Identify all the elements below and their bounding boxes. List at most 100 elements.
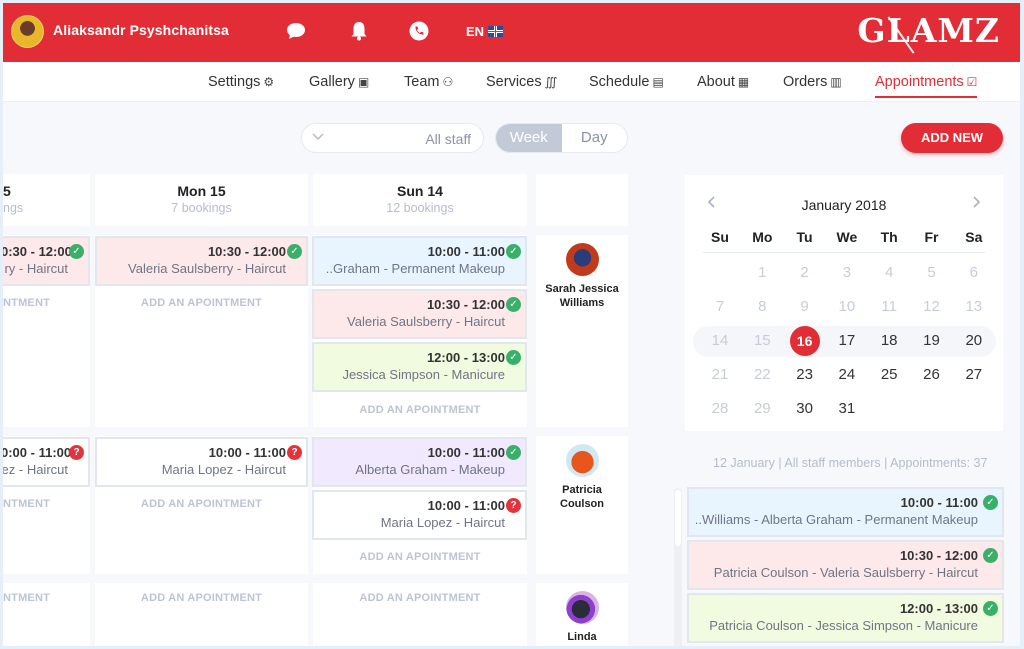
staff-avatar <box>565 444 599 477</box>
calendar-day[interactable]: 23 <box>784 360 826 390</box>
calendar-day[interactable]: 2 <box>784 258 826 288</box>
bell-icon[interactable] <box>348 20 370 42</box>
calendar-day[interactable]: 31 <box>826 394 868 424</box>
appointment-time: 10:30 - 12:00 <box>426 297 505 312</box>
calendar-day[interactable]: 3 <box>826 258 868 288</box>
appointment-card[interactable]: 10:30 - 12:00 Valeria Saulsberry - Hairc… <box>312 289 527 339</box>
calendar-day[interactable]: 30 <box>784 394 826 424</box>
staff-card[interactable]: Patricia Coulson <box>536 436 628 574</box>
calendar-day[interactable]: 4 <box>868 258 910 288</box>
check-icon: ✓ <box>506 297 521 312</box>
appointment-desc: Patricia Coulson - Jessica Simpson - Man… <box>709 618 978 633</box>
calendar-day[interactable]: 14 <box>699 326 741 356</box>
user-avatar[interactable] <box>11 15 44 48</box>
list-scrollbar-thumb[interactable] <box>675 490 681 546</box>
add-new-button[interactable]: ADD NEW <box>901 123 1003 153</box>
nav-settings-label: Settings <box>208 74 261 90</box>
calendar-day[interactable]: 12 <box>911 292 953 322</box>
nav-orders[interactable]: Orders ▥ <box>783 74 842 90</box>
calendar-day[interactable]: 24 <box>826 360 868 390</box>
view-toggle: Week Day <box>495 123 628 153</box>
calendar-day[interactable]: 28 <box>699 394 741 424</box>
add-appointment-link[interactable]: NTMENT <box>3 592 53 604</box>
staff-card[interactable]: Sarah Jessica Williams <box>536 235 628 427</box>
check-icon: ✓ <box>983 548 998 563</box>
calendar-day[interactable]: 13 <box>953 292 995 322</box>
team-icon: ⚇ <box>442 75 454 89</box>
appointment-time: 10:30 - 12:00 <box>207 244 286 259</box>
add-appointment-link[interactable]: ADD AN APOINTMENT <box>313 551 527 563</box>
check-icon: ✓ <box>287 244 302 259</box>
staff-name: Patricia Coulson <box>560 484 604 510</box>
calendar-day[interactable]: 20 <box>953 326 995 356</box>
calendar-day[interactable]: 7 <box>699 292 741 322</box>
add-appointment-link[interactable]: NTMENT <box>3 498 53 510</box>
language-selector[interactable]: EN <box>466 24 504 39</box>
nav-schedule[interactable]: Schedule ▤ <box>589 74 664 90</box>
chevron-right-icon[interactable] <box>973 195 981 213</box>
staff-card[interactable]: Linda <box>536 583 628 646</box>
appointment-card[interactable]: 12:00 - 13:00 Jessica Simpson - Manicure… <box>312 342 527 392</box>
calendar-day[interactable]: 11 <box>868 292 910 322</box>
staff-avatar <box>565 243 599 276</box>
calendar-day[interactable]: 27 <box>953 360 995 390</box>
appointment-desc: Alberta Graham - Makeup <box>355 462 505 477</box>
add-appointment-link[interactable]: ADD AN APOINTMENT <box>95 592 308 604</box>
calendar-day[interactable]: 5 <box>911 258 953 288</box>
nav-team[interactable]: Team ⚇ <box>404 74 453 90</box>
add-appointment-link[interactable]: NTMENT <box>3 297 53 309</box>
appointment-card[interactable]: 0:30 - 12:00 ry - Haircut ✓ <box>3 236 90 286</box>
view-week-button[interactable]: Week <box>496 124 562 152</box>
appointment-card[interactable]: 10:30 - 12:00 Valeria Saulsberry - Hairc… <box>95 236 308 286</box>
add-appointment-link[interactable]: ADD AN APOINTMENT <box>313 592 527 604</box>
appointment-card[interactable]: 10:00 - 11:00 ..Graham - Permanent Makeu… <box>312 236 527 286</box>
calendar-day[interactable]: 29 <box>741 394 783 424</box>
calendar-day[interactable]: 8 <box>741 292 783 322</box>
appointment-card[interactable]: 10:00 - 11:00 Alberta Graham - Makeup ✓ <box>312 437 527 487</box>
view-day-button[interactable]: Day <box>562 124 628 152</box>
appointment-desc: Patricia Coulson - Valeria Saulsberry - … <box>713 565 978 580</box>
appointment-card[interactable]: 10:00 - 11:00 Maria Lopez - Haircut ? <box>95 437 308 487</box>
logo[interactable]: GLAMZ <box>857 11 1000 50</box>
user-name[interactable]: Aliaksandr Psyshchanitsa <box>53 22 229 38</box>
calendar-day-selected[interactable]: 16 <box>784 326 826 357</box>
calendar-day[interactable]: 10 <box>826 292 868 322</box>
calendar-day[interactable]: 17 <box>826 326 868 356</box>
calendar-day[interactable]: 9 <box>784 292 826 322</box>
staff-select[interactable]: All staff <box>301 123 484 153</box>
add-appointment-link[interactable]: ADD AN APOINTMENT <box>313 404 527 416</box>
add-appointment-link[interactable]: ADD AN APOINTMENT <box>95 297 308 309</box>
nav-services[interactable]: Services ∭ <box>486 74 557 90</box>
phone-icon[interactable] <box>408 20 430 42</box>
list-appointment[interactable]: 10:00 - 11:00 ..Williams - Alberta Graha… <box>687 487 1004 537</box>
calendar-day-number: 16 <box>789 326 820 356</box>
calendar-day[interactable]: 22 <box>741 360 783 390</box>
calendar-day[interactable]: 21 <box>699 360 741 390</box>
appointment-time: 10:00 - 11:00 <box>208 445 286 460</box>
appointment-time: 10:00 - 11:00 <box>427 244 505 259</box>
appointment-card[interactable]: 10:00 - 11:00 Maria Lopez - Haircut ? <box>312 490 527 540</box>
nav-schedule-label: Schedule <box>589 74 650 90</box>
nav-appointments[interactable]: Appointments ☑ <box>875 74 978 98</box>
nav-settings[interactable]: Settings ⚙ <box>208 74 274 90</box>
list-appointment[interactable]: 12:00 - 13:00 Patricia Coulson - Jessica… <box>687 593 1004 643</box>
list-appointment[interactable]: 10:30 - 12:00 Patricia Coulson - Valeria… <box>687 540 1004 590</box>
nav-team-label: Team <box>404 74 440 90</box>
calendar-day[interactable]: 25 <box>868 360 910 390</box>
calendar-day[interactable]: 15 <box>741 326 783 356</box>
chat-icon[interactable] <box>285 20 307 42</box>
nav-gallery[interactable]: Gallery ▣ <box>309 74 369 90</box>
calendar-day[interactable]: 1 <box>741 258 783 288</box>
calendar-day[interactable]: 26 <box>911 360 953 390</box>
add-appointment-link[interactable]: ADD AN APOINTMENT <box>95 498 308 510</box>
calendar-day[interactable]: 18 <box>868 326 910 356</box>
appointment-card[interactable]: 0:00 - 11:00 ez - Haircut ? <box>3 437 90 487</box>
column-day: 5 <box>3 183 11 199</box>
staff-name: Sarah Jessica Williams <box>545 283 619 309</box>
calendar-day[interactable]: 19 <box>911 326 953 356</box>
mini-calendar: January 2018 Su Mo Tu We Th Fr Sa 1 2 3 4 5 6 7 8 9 10 1… <box>685 175 1003 431</box>
orders-icon: ▥ <box>830 75 842 89</box>
nav-about[interactable]: About ▦ <box>697 74 749 90</box>
calendar-day[interactable]: 6 <box>953 258 995 288</box>
gear-icon: ⚙ <box>263 75 275 89</box>
